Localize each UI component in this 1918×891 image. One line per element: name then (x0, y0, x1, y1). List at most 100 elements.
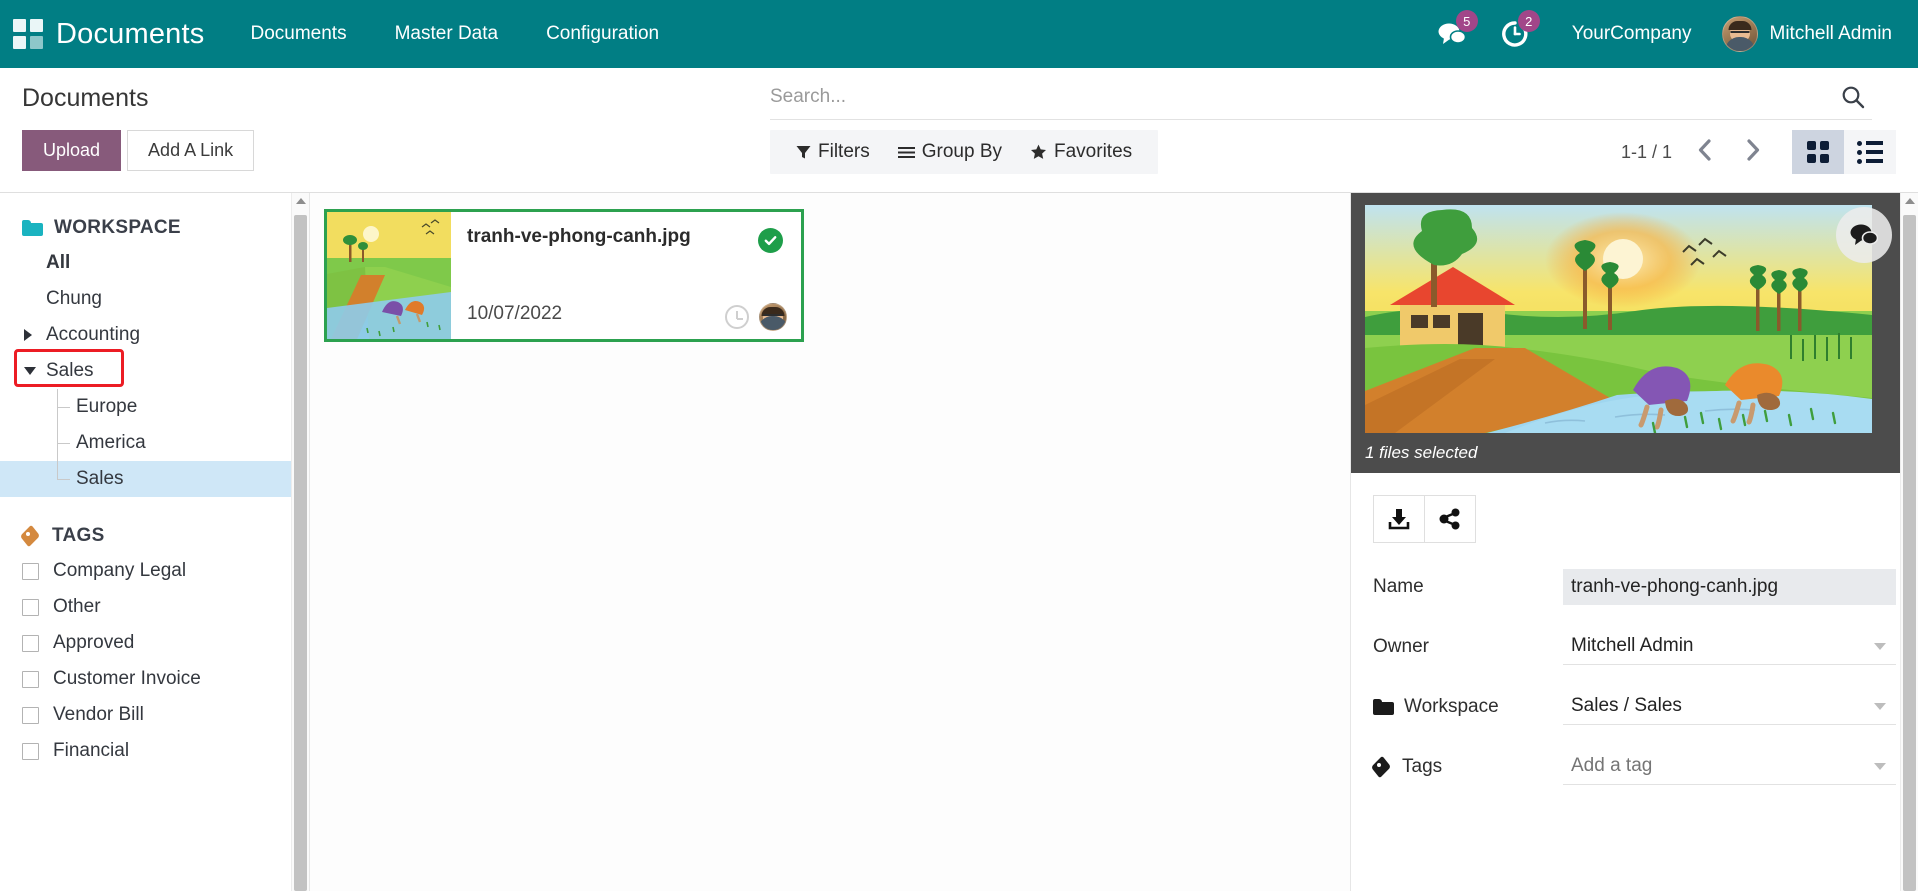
tag-item-approved[interactable]: Approved (0, 625, 309, 661)
search-row (770, 84, 1872, 120)
group-by-dropdown[interactable]: Group By (884, 141, 1016, 163)
owner-field[interactable] (1563, 629, 1896, 665)
sidebar-item-label: Accounting (46, 324, 140, 346)
document-actions (1351, 473, 1918, 543)
tag-item-other[interactable]: Other (0, 589, 309, 625)
scroll-up-icon[interactable] (1905, 198, 1915, 204)
sidebar-item-europe[interactable]: Europe (0, 389, 309, 425)
tags-field-wrapper (1563, 749, 1896, 785)
add-a-link-button[interactable]: Add A Link (127, 130, 254, 171)
tree-tick (57, 479, 70, 480)
scrollbar-thumb[interactable] (1903, 215, 1916, 891)
view-switcher (1792, 130, 1896, 174)
sidebar-item-accounting[interactable]: Accounting (0, 317, 309, 353)
pager-and-views: 1-1 / 1 (1621, 130, 1896, 174)
main-body: WORKSPACE All Chung Accounting Sales Eur… (0, 193, 1918, 891)
sidebar: WORKSPACE All Chung Accounting Sales Eur… (0, 193, 310, 891)
sidebar-scrollbar[interactable] (291, 193, 309, 891)
avatar[interactable] (759, 303, 787, 331)
sidebar-item-america[interactable]: America (0, 425, 309, 461)
filters-dropdown[interactable]: Filters (782, 141, 884, 163)
menu-documents[interactable]: Documents (226, 0, 370, 68)
menu-configuration[interactable]: Configuration (522, 0, 683, 68)
tag-label: Company Legal (53, 560, 186, 582)
tag-checkbox[interactable] (22, 671, 39, 688)
chevron-right-icon[interactable] (24, 329, 32, 341)
clock-icon[interactable] (725, 305, 749, 329)
pager-previous-button[interactable] (1688, 138, 1721, 167)
favorites-label: Favorites (1054, 141, 1132, 163)
tags-header-label: TAGS (52, 525, 105, 547)
messages-button[interactable]: 5 (1422, 0, 1482, 68)
filter-bar: Filters Group By Favorites (770, 130, 1158, 174)
kanban-view: tranh-ve-phong-canh.jpg 10/07/2022 (310, 193, 1350, 891)
preview-scrollbar[interactable] (1900, 193, 1918, 891)
search-view (770, 84, 1872, 120)
activities-button[interactable]: 2 (1486, 0, 1544, 68)
workspace-header-label: WORKSPACE (54, 217, 181, 239)
grid-view-icon (1807, 141, 1829, 163)
tag-checkbox[interactable] (22, 707, 39, 724)
control-panel: Documents Upload Add A Link Filters (0, 68, 1918, 193)
preview-panel: 1 files selected (1350, 193, 1918, 891)
document-thumbnail (327, 212, 451, 339)
tag-item-company-legal[interactable]: Company Legal (0, 553, 309, 589)
tags-field[interactable] (1563, 749, 1896, 785)
tags-label-text: Tags (1402, 756, 1442, 778)
selected-check-badge[interactable] (758, 228, 783, 253)
preview-image-area: 1 files selected (1351, 193, 1918, 473)
tag-icon (22, 527, 41, 545)
open-chatter-button[interactable] (1836, 207, 1892, 263)
tag-item-vendor-bill[interactable]: Vendor Bill (0, 697, 309, 733)
sidebar-item-all[interactable]: All (0, 245, 309, 281)
scrollbar-thumb[interactable] (294, 215, 307, 891)
list-view-button[interactable] (1844, 130, 1896, 174)
top-navbar: Documents Documents Master Data Configur… (0, 0, 1918, 68)
sidebar-item-sales[interactable]: Sales (0, 353, 309, 389)
filters-label: Filters (818, 141, 870, 163)
share-button[interactable] (1424, 495, 1476, 543)
tag-item-customer-invoice[interactable]: Customer Invoice (0, 661, 309, 697)
chevron-down-icon[interactable] (24, 367, 36, 375)
name-field[interactable] (1563, 569, 1896, 605)
pager-next-button[interactable] (1737, 138, 1770, 167)
sidebar-item-sales-child[interactable]: Sales (0, 461, 309, 497)
apps-menu-button[interactable] (0, 0, 56, 68)
field-row-owner: Owner (1373, 629, 1896, 665)
upload-button[interactable]: Upload (22, 130, 121, 171)
search-button[interactable] (1834, 84, 1872, 110)
field-row-workspace: Workspace (1373, 689, 1896, 725)
scroll-up-icon[interactable] (296, 198, 306, 204)
list-view-icon (1857, 141, 1883, 164)
pager-counter: 1-1 / 1 (1621, 142, 1672, 163)
sidebar-item-label: All (46, 252, 70, 274)
download-button[interactable] (1373, 495, 1425, 543)
action-buttons: Upload Add A Link (22, 130, 254, 171)
favorites-dropdown[interactable]: Favorites (1016, 141, 1146, 163)
document-card-body: tranh-ve-phong-canh.jpg 10/07/2022 (451, 212, 801, 339)
user-name: Mitchell Admin (1770, 23, 1893, 45)
magnifier-icon (1840, 84, 1866, 110)
chevron-right-icon (1745, 138, 1762, 162)
app-brand[interactable]: Documents (56, 18, 226, 51)
tag-checkbox[interactable] (22, 743, 39, 760)
tag-checkbox[interactable] (22, 635, 39, 652)
star-icon (1030, 144, 1047, 160)
kanban-view-button[interactable] (1792, 130, 1844, 174)
tags-header: TAGS (0, 519, 309, 553)
workspace-field[interactable] (1563, 689, 1896, 725)
search-input[interactable] (770, 86, 1834, 108)
tag-item-financial[interactable]: Financial (0, 733, 309, 769)
tag-checkbox[interactable] (22, 599, 39, 616)
tag-checkbox[interactable] (22, 563, 39, 580)
sidebar-item-label: Chung (46, 288, 102, 310)
sidebar-item-chung[interactable]: Chung (0, 281, 309, 317)
company-switcher[interactable]: YourCompany (1548, 23, 1712, 45)
preview-image[interactable] (1365, 205, 1872, 433)
field-row-name: Name (1373, 569, 1896, 605)
share-icon (1439, 508, 1461, 530)
menu-master-data[interactable]: Master Data (371, 0, 522, 68)
document-card[interactable]: tranh-ve-phong-canh.jpg 10/07/2022 (324, 209, 804, 342)
workspace-field-wrapper (1563, 689, 1896, 725)
user-menu[interactable]: Mitchell Admin (1716, 16, 1893, 52)
